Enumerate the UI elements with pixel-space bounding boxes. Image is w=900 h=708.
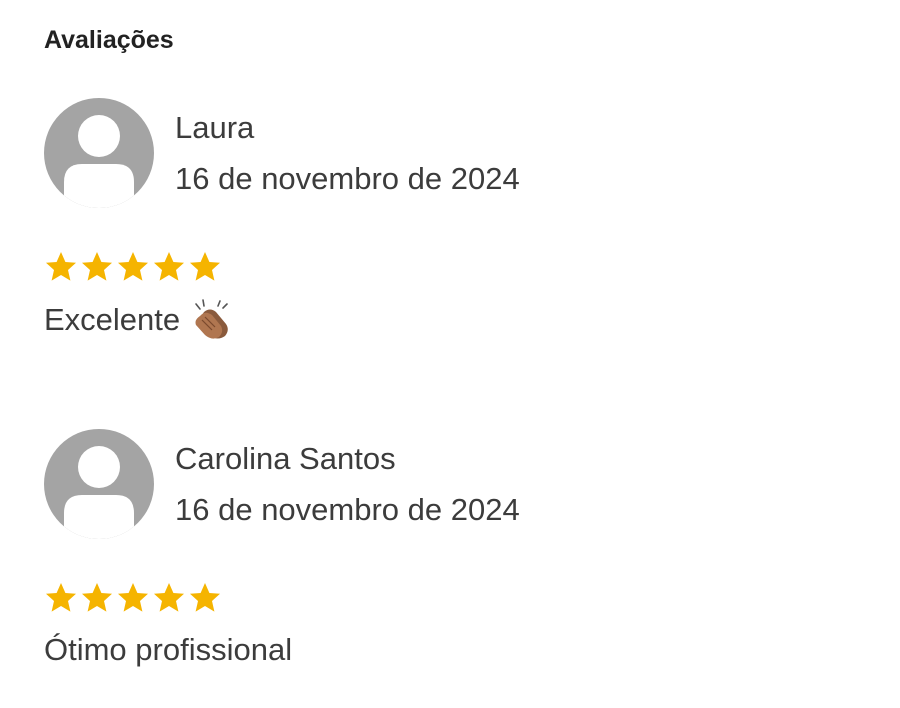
star-filled-icon <box>80 581 114 617</box>
default-user-avatar-icon <box>44 98 154 208</box>
star-filled-icon <box>44 250 78 286</box>
review-text: Excelente <box>44 302 181 337</box>
review-text-row: Excelente <box>44 298 234 342</box>
star-filled-icon <box>152 581 186 617</box>
review-date: 16 de novembro de 2024 <box>175 492 520 527</box>
star-filled-icon <box>152 250 186 286</box>
star-filled-icon <box>44 581 78 617</box>
star-filled-icon <box>80 250 114 286</box>
reviews-section-title: Avaliações <box>44 26 174 54</box>
star-filled-icon <box>116 581 150 617</box>
star-filled-icon <box>188 250 222 286</box>
star-filled-icon <box>116 250 150 286</box>
review-date: 16 de novembro de 2024 <box>175 161 520 196</box>
reviewer-name: Laura <box>175 110 255 145</box>
default-user-avatar-icon <box>44 429 154 539</box>
star-rating <box>44 250 222 286</box>
star-rating <box>44 581 222 617</box>
clapping-hands-icon <box>190 298 234 342</box>
review-text-row: Ótimo profissional <box>44 629 292 671</box>
star-filled-icon <box>188 581 222 617</box>
reviewer-name: Carolina Santos <box>175 441 396 476</box>
review-text: Ótimo profissional <box>44 632 293 667</box>
